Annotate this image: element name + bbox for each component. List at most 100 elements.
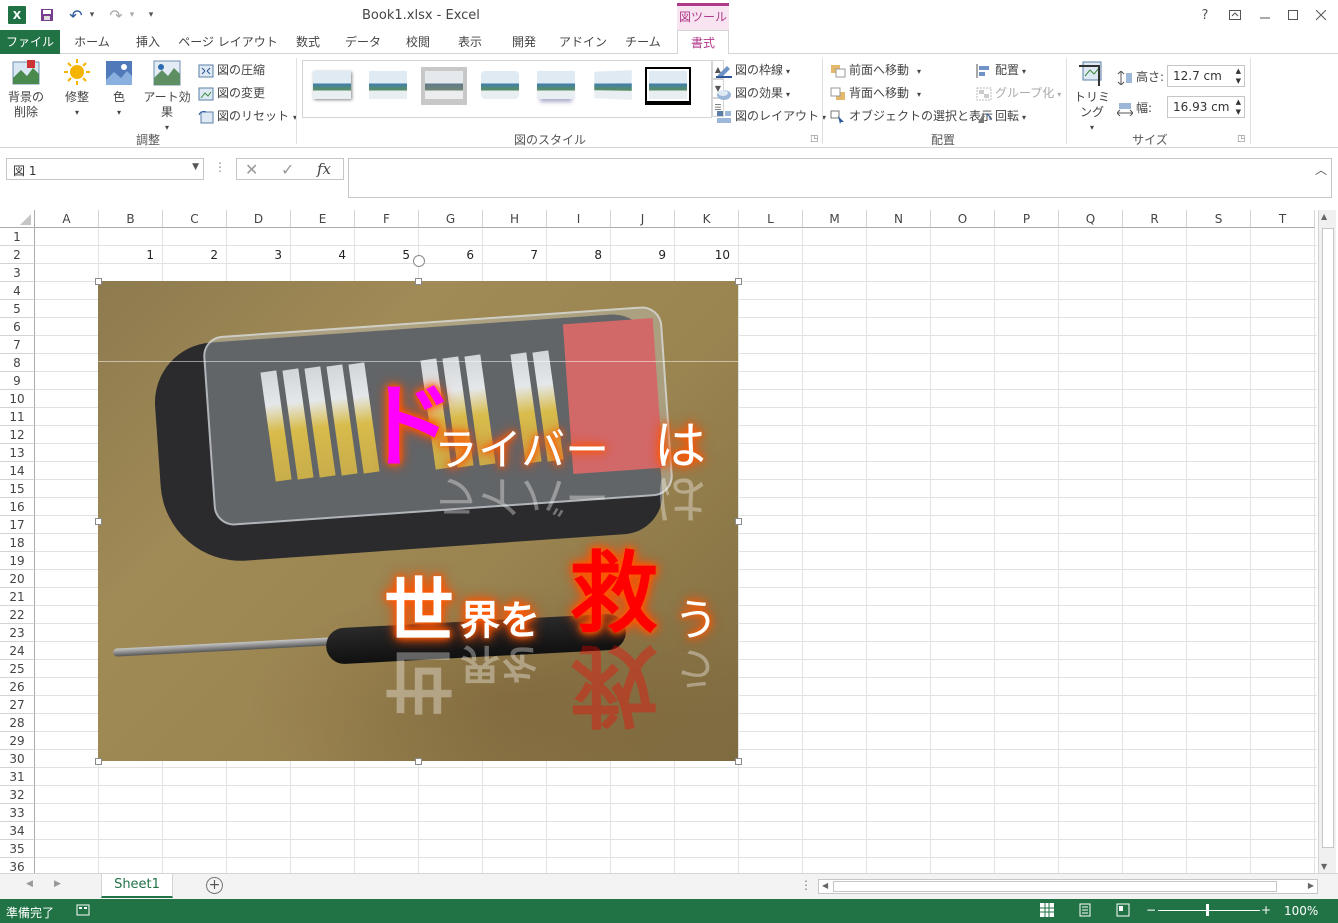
style-thumb-2[interactable] xyxy=(365,67,411,105)
row-header[interactable]: 26 xyxy=(0,678,35,696)
cancel-icon[interactable]: ✕ xyxy=(245,160,258,179)
change-picture-button[interactable]: 図の変更 xyxy=(198,84,265,101)
row-header[interactable]: 9 xyxy=(0,372,35,390)
column-header[interactable]: F xyxy=(355,210,419,228)
row-header[interactable]: 27 xyxy=(0,696,35,714)
column-header[interactable]: S xyxy=(1187,210,1251,228)
column-header[interactable]: A xyxy=(35,210,99,228)
zoom-slider-thumb[interactable] xyxy=(1206,904,1209,916)
tab-insert[interactable]: 挿入 xyxy=(122,30,174,54)
row-header[interactable]: 1 xyxy=(0,228,35,246)
cell[interactable]: 1 xyxy=(98,246,158,264)
width-input[interactable]: 16.93 cm ▲ ▼ xyxy=(1167,96,1245,118)
horizontal-scroll-thumb[interactable] xyxy=(833,881,1277,892)
column-header[interactable]: E xyxy=(291,210,355,228)
column-header[interactable]: D xyxy=(227,210,291,228)
column-header[interactable]: L xyxy=(739,210,803,228)
zoom-in-button[interactable]: + xyxy=(1261,903,1271,917)
resize-handle-s[interactable] xyxy=(415,758,422,765)
rotate-button[interactable]: 回転 ▾ xyxy=(976,107,1026,124)
row-header[interactable]: 15 xyxy=(0,480,35,498)
row-header[interactable]: 25 xyxy=(0,660,35,678)
rotation-handle-icon[interactable] xyxy=(413,255,425,267)
cell[interactable]: 3 xyxy=(226,246,286,264)
cell[interactable]: 9 xyxy=(610,246,670,264)
row-header[interactable]: 5 xyxy=(0,300,35,318)
tab-addins[interactable]: アドイン xyxy=(554,30,612,54)
ribbon-display-options-icon[interactable] xyxy=(1224,4,1246,26)
customize-qat-icon[interactable]: ▾ xyxy=(144,5,158,25)
close-icon[interactable] xyxy=(1310,4,1332,26)
help-icon[interactable]: ? xyxy=(1194,4,1216,26)
tab-team[interactable]: チーム xyxy=(616,30,670,54)
column-header[interactable]: K xyxy=(675,210,739,228)
column-header[interactable]: N xyxy=(867,210,931,228)
compress-pictures-button[interactable]: 図の圧縮 xyxy=(198,61,265,78)
maximize-icon[interactable] xyxy=(1282,4,1304,26)
picture-styles-gallery[interactable] xyxy=(302,60,712,118)
enter-icon[interactable]: ✓ xyxy=(281,160,294,179)
row-header[interactable]: 6 xyxy=(0,318,35,336)
row-header[interactable]: 23 xyxy=(0,624,35,642)
cell[interactable]: 7 xyxy=(482,246,542,264)
row-header[interactable]: 4 xyxy=(0,282,35,300)
scroll-sheets-left-icon[interactable]: ◀ xyxy=(26,879,33,889)
column-header[interactable]: T xyxy=(1251,210,1315,228)
column-header[interactable]: M xyxy=(803,210,867,228)
cell[interactable]: 10 xyxy=(674,246,734,264)
column-header[interactable]: G xyxy=(419,210,483,228)
row-header[interactable]: 19 xyxy=(0,552,35,570)
row-header[interactable]: 30 xyxy=(0,750,35,768)
cell[interactable]: 6 xyxy=(418,246,478,264)
tab-formulas[interactable]: 数式 xyxy=(284,30,332,54)
row-header[interactable]: 11 xyxy=(0,408,35,426)
name-box-dropdown-icon[interactable]: ▼ xyxy=(192,162,199,172)
cell[interactable]: 4 xyxy=(290,246,350,264)
column-header[interactable]: H xyxy=(483,210,547,228)
row-header[interactable]: 29 xyxy=(0,732,35,750)
row-header[interactable]: 12 xyxy=(0,426,35,444)
save-icon[interactable] xyxy=(37,5,57,25)
remove-background-button[interactable]: 背景の 削除 xyxy=(4,58,48,120)
row-header[interactable]: 33 xyxy=(0,804,35,822)
row-header[interactable]: 34 xyxy=(0,822,35,840)
zoom-slider[interactable] xyxy=(1158,910,1260,911)
cell[interactable]: 8 xyxy=(546,246,606,264)
picture-border-button[interactable]: 図の枠線 ▾ xyxy=(716,61,790,78)
collapse-formula-bar-icon[interactable]: ︿ xyxy=(1315,161,1327,178)
new-sheet-button[interactable]: + xyxy=(206,877,223,894)
group-objects-button[interactable]: グループ化 ▾ xyxy=(976,84,1061,101)
formula-bar-grip-icon[interactable]: ⋮ xyxy=(214,160,226,174)
style-thumb-3[interactable] xyxy=(421,67,467,105)
corrections-button[interactable]: 修整 ▾ xyxy=(58,58,96,120)
resize-handle-n[interactable] xyxy=(415,278,422,285)
row-header[interactable]: 22 xyxy=(0,606,35,624)
resize-handle-se[interactable] xyxy=(735,758,742,765)
resize-handle-ne[interactable] xyxy=(735,278,742,285)
row-header[interactable]: 13 xyxy=(0,444,35,462)
redo-dropdown-icon[interactable]: ▾ xyxy=(126,5,138,25)
selection-pane-button[interactable]: オブジェクトの選択と表示 xyxy=(830,107,993,124)
size-dialog-launcher-icon[interactable]: ◳ xyxy=(1237,134,1246,144)
formula-input[interactable]: ︿ xyxy=(348,158,1332,198)
style-thumb-6[interactable] xyxy=(589,67,635,105)
crop-button[interactable]: トリミング ▾ xyxy=(1070,58,1114,135)
horizontal-scrollbar[interactable]: ◀ ▶ xyxy=(818,879,1318,894)
scroll-sheets-right-icon[interactable]: ▶ xyxy=(54,879,61,889)
row-header[interactable]: 17 xyxy=(0,516,35,534)
tab-home[interactable]: ホーム xyxy=(64,30,120,54)
row-header[interactable]: 3 xyxy=(0,264,35,282)
resize-handle-e[interactable] xyxy=(735,518,742,525)
tab-page-layout[interactable]: ページ レイアウト xyxy=(176,30,280,54)
height-input[interactable]: 12.7 cm ▲ ▼ xyxy=(1167,65,1245,87)
sheet-tab-sheet1[interactable]: Sheet1 xyxy=(101,874,173,898)
row-header[interactable]: 28 xyxy=(0,714,35,732)
zoom-level[interactable]: 100% xyxy=(1284,904,1318,918)
row-header[interactable]: 18 xyxy=(0,534,35,552)
insert-function-icon[interactable]: fx xyxy=(317,160,331,178)
normal-view-icon[interactable] xyxy=(1040,903,1054,920)
zoom-out-button[interactable]: − xyxy=(1146,903,1156,917)
tab-data[interactable]: データ xyxy=(336,30,390,54)
column-header[interactable]: B xyxy=(99,210,163,228)
reset-picture-button[interactable]: 図のリセット▾ xyxy=(198,107,297,124)
